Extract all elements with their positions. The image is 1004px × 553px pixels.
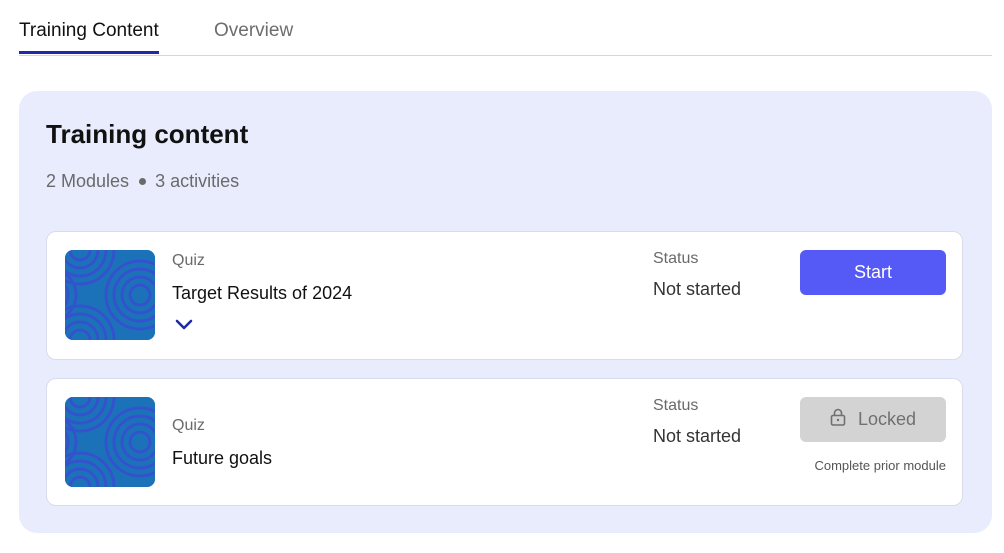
chevron-down-icon[interactable] <box>174 318 194 332</box>
activity-count: 3 activities <box>155 171 240 191</box>
start-button[interactable]: Start <box>800 250 946 295</box>
lock-icon <box>830 408 846 431</box>
activity-title: Target Results of 2024 <box>172 283 353 303</box>
activity-type: Quiz <box>172 252 205 269</box>
activity-title: Future goals <box>172 448 273 468</box>
locked-label: Locked <box>857 409 917 429</box>
tab-bar: Training Content Overview <box>19 0 992 56</box>
status-caption: Status <box>653 250 699 267</box>
module-count: 2 Modules <box>46 171 130 191</box>
status-caption: Status <box>653 397 699 414</box>
module-thumbnail <box>65 397 155 487</box>
locked-hint: Complete prior module <box>814 458 946 473</box>
separator-dot <box>139 178 147 185</box>
module-thumbnail <box>65 250 155 340</box>
tab-overview[interactable]: Overview <box>214 20 293 54</box>
module-card: Quiz Target Results of 2024 Status Not s… <box>46 231 963 360</box>
status-value: Not started <box>653 426 742 446</box>
module-card: Quiz Future goals Status Not started Loc… <box>46 378 963 506</box>
tab-training-content[interactable]: Training Content <box>19 20 159 54</box>
panel-title: Training content <box>46 119 249 149</box>
activity-type: Quiz <box>172 417 205 434</box>
status-value: Not started <box>653 279 742 299</box>
module-summary: 2 Modules 3 activities <box>46 171 239 192</box>
training-content-panel: Training content 2 Modules 3 activities … <box>19 91 992 533</box>
locked-button: Locked <box>800 397 946 442</box>
